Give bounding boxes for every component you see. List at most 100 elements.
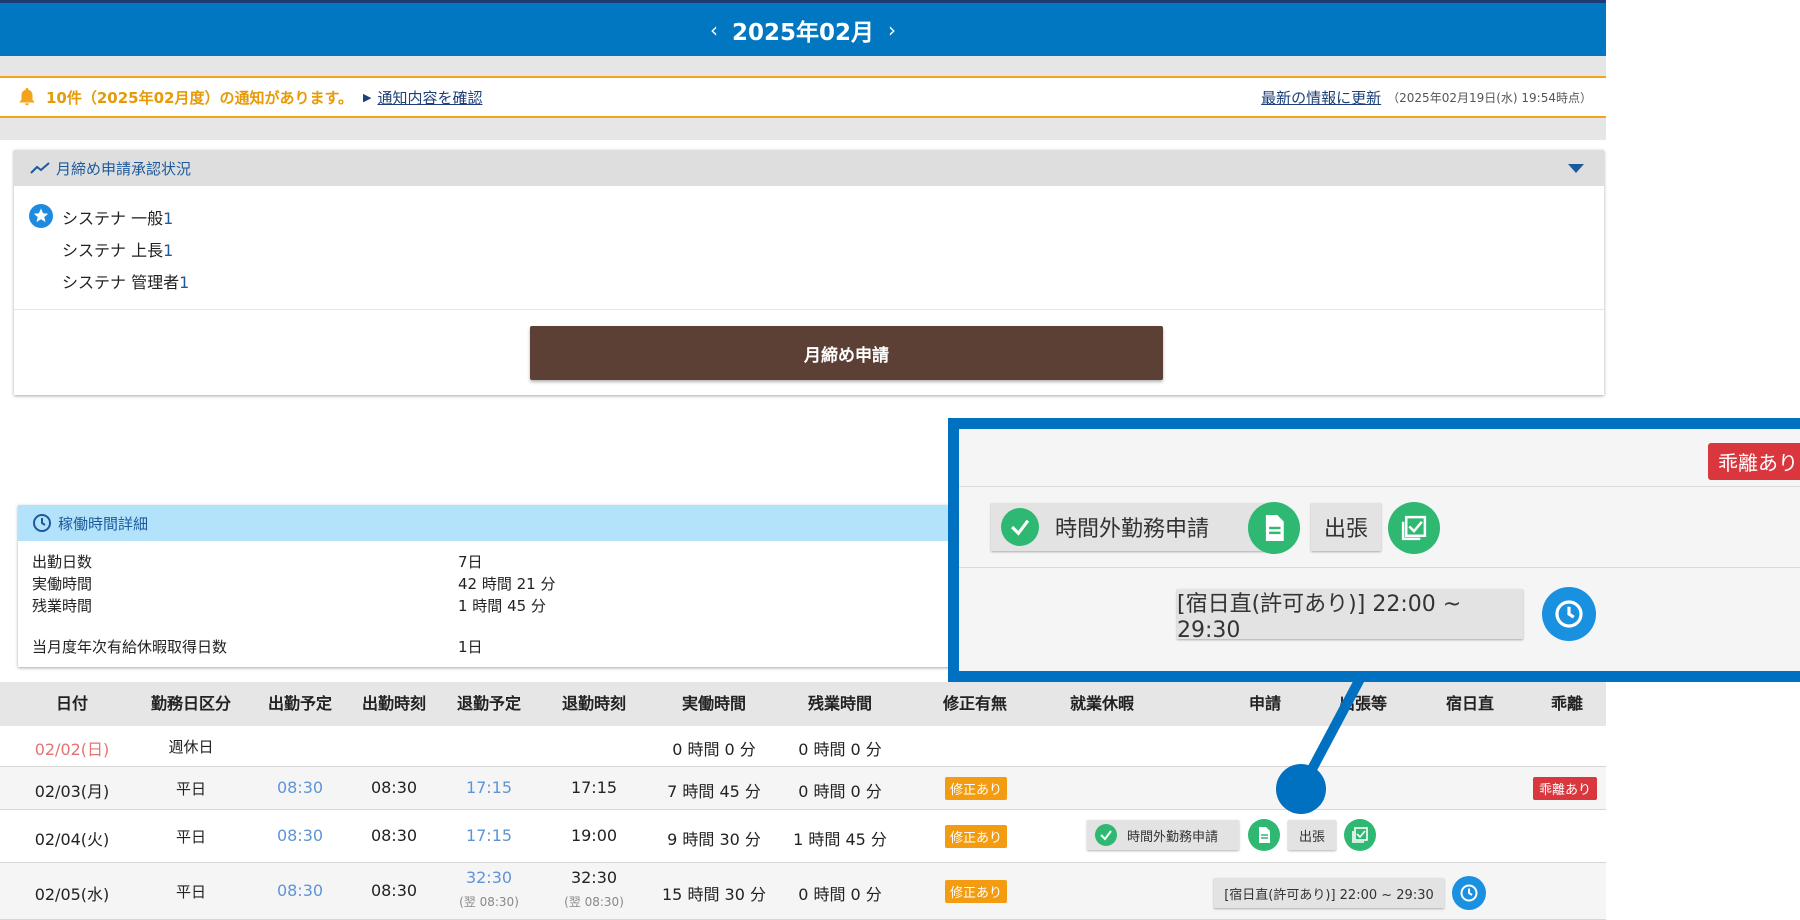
date-cell: 02/04(火) [34, 830, 110, 849]
clock-out-cell: 19:00 [570, 826, 618, 845]
column-header: 宿日直 [1445, 694, 1494, 713]
zoom-callout: 乖離あり 時間外勤務申請 出張 [宿日直(許可あり)] 22:00 ~ 29:3… [948, 418, 1800, 682]
overtime-cell: 0 時間 0 分 [798, 885, 882, 904]
collapse-caret-icon[interactable] [1568, 163, 1584, 173]
day-kind-cell: 平日 [175, 828, 206, 846]
work-time-cell: 15 時間 30 分 [662, 885, 766, 904]
planned-out-cell: 17:15 [465, 826, 513, 845]
column-header: 退勤予定 [456, 694, 521, 713]
triangle-right-icon: ▶ [363, 90, 372, 104]
column-header: 出勤時刻 [361, 694, 426, 713]
planned-out-cell: 17:15 [465, 778, 513, 797]
detail-value: 7日 [458, 553, 483, 571]
day-kind-cell: 平日 [175, 883, 206, 901]
zoom-overtime-request-chip: 時間外勤務申請 [991, 503, 1267, 551]
monthly-close-submit-button[interactable]: 月締め申請 [530, 326, 1163, 380]
clock-icon [1542, 587, 1596, 641]
spacer [0, 118, 1606, 140]
column-header: 乖離 [1550, 694, 1583, 713]
work-time-cell: 7 時間 45 分 [667, 782, 761, 801]
zoom-night-duty-chip: [宿日直(許可あり)] 22:00 ~ 29:30 [1177, 589, 1523, 643]
zoom-business-trip-chip: 出張 [1311, 503, 1381, 551]
divider [14, 309, 1604, 310]
overtime-cell: 1 時間 45 分 [793, 830, 887, 849]
table-row[interactable]: 02/04(火) 平日 08:30 08:30 17:15 19:00 9 時間… [0, 810, 1606, 863]
detail-label: 残業時間 [32, 597, 93, 615]
planned-in-cell: 08:30 [276, 778, 324, 797]
planned-in-cell: 08:30 [276, 826, 324, 845]
detail-value: 42 時間 21 分 [458, 575, 556, 593]
next-month-button[interactable]: › [888, 18, 896, 42]
attendance-table-header: 日付 勤務日区分 出勤予定 出勤時刻 退勤予定 退勤時刻 実働時間 残業時間 修… [0, 682, 1606, 726]
planned-out-cell: 32:30 [465, 868, 513, 887]
spacer [0, 56, 1606, 76]
column-header: 修正有無 [942, 694, 1007, 713]
checklist-icon [1388, 502, 1440, 554]
day-kind-cell: 平日 [175, 780, 206, 798]
fix-badge: 修正あり [945, 777, 1008, 800]
bell-icon [19, 87, 35, 106]
clock-out-cell: 32:30 [570, 868, 618, 887]
table-row[interactable]: 02/05(水) 平日 08:30 08:30 32:30 (翌 08:30) … [0, 863, 1606, 920]
clock-in-cell: 08:30 [370, 778, 418, 797]
refresh-link[interactable]: 最新の情報に更新 [1261, 87, 1381, 108]
divergence-badge: 乖離あり [1533, 777, 1598, 800]
approver-item: システナ 管理者1 [62, 273, 190, 292]
trend-icon [30, 162, 50, 174]
overtime-request-chip[interactable]: 時間外勤務申請 [1087, 820, 1239, 850]
date-cell: 02/05(水) [34, 885, 110, 904]
document-icon[interactable] [1248, 819, 1280, 851]
check-circle-icon [1095, 824, 1117, 846]
column-header: 退勤時刻 [561, 694, 626, 713]
approver-item: システナ 一般1 [62, 209, 174, 228]
business-trip-chip[interactable]: 出張 [1288, 820, 1336, 850]
detail-label: 実働時間 [32, 575, 93, 593]
date-cell: 02/03(月) [34, 782, 110, 801]
clock-out-cell: 17:15 [570, 778, 618, 797]
planned-out-next-day: (翌 08:30) [459, 895, 519, 909]
column-header: 日付 [55, 694, 88, 713]
night-duty-chip[interactable]: [宿日直(許可あり)] 22:00 ~ 29:30 [1214, 878, 1444, 908]
column-header: 残業時間 [807, 694, 872, 713]
approval-status-panel: 月締め申請承認状況 システナ 一般1 システナ 上長1 システナ 管理者1 月締… [14, 150, 1604, 395]
detail-value: 1日 [458, 638, 483, 656]
column-header: 就業休暇 [1069, 694, 1134, 713]
approver-item: システナ 上長1 [62, 241, 174, 260]
month-navigator: ‹ 2025年02月 › [0, 0, 1606, 56]
approval-panel-title: 月締め申請承認状況 [56, 159, 192, 178]
work-time-cell: 0 時間 0 分 [672, 740, 756, 759]
table-row[interactable]: 02/03(月) 平日 08:30 08:30 17:15 17:15 7 時間… [0, 767, 1606, 810]
check-circle-icon [1001, 508, 1039, 546]
refresh-timestamp: （2025年02月19日(水) 19:54時点） [1387, 90, 1592, 105]
clock-in-cell: 08:30 [370, 826, 418, 845]
planned-in-cell: 08:30 [276, 881, 324, 900]
detail-panel-title: 稼働時間詳細 [58, 514, 149, 533]
day-kind-cell: 週休日 [168, 738, 214, 756]
checklist-icon[interactable] [1344, 819, 1376, 851]
fix-badge: 修正あり [945, 880, 1008, 903]
zoom-divergence-badge: 乖離あり [1708, 443, 1800, 480]
divider [959, 486, 1800, 487]
overtime-cell: 0 時間 0 分 [798, 740, 882, 759]
fix-badge: 修正あり [945, 825, 1008, 848]
request-label: 時間外勤務申請 [1127, 829, 1219, 845]
overtime-cell: 0 時間 0 分 [798, 782, 882, 801]
notification-bar: 10件（2025年02月度）の通知があります。 ▶ 通知内容を確認 最新の情報に… [0, 76, 1606, 118]
prev-month-button[interactable]: ‹ [710, 18, 718, 42]
clock-out-next-day: (翌 08:30) [564, 895, 624, 909]
detail-label: 当月度年次有給休暇取得日数 [32, 638, 228, 656]
date-cell: 02/02(日) [34, 740, 110, 759]
detail-value: 1 時間 45 分 [458, 597, 546, 615]
clock-icon[interactable] [1452, 876, 1486, 910]
column-header: 出勤予定 [267, 694, 332, 713]
detail-label: 出勤日数 [32, 553, 93, 571]
column-header: 申請 [1248, 694, 1281, 713]
column-header: 実働時間 [681, 694, 746, 713]
approval-panel-header[interactable]: 月締め申請承認状況 [14, 150, 1604, 186]
star-icon [29, 204, 53, 228]
table-row[interactable]: 02/02(日) 週休日 0 時間 0 分 0 時間 0 分 [0, 726, 1606, 767]
current-month: 2025年02月 [731, 19, 875, 46]
clock-in-cell: 08:30 [370, 881, 418, 900]
confirm-notice-link[interactable]: 通知内容を確認 [377, 87, 482, 108]
column-header: 出張等 [1338, 694, 1387, 713]
